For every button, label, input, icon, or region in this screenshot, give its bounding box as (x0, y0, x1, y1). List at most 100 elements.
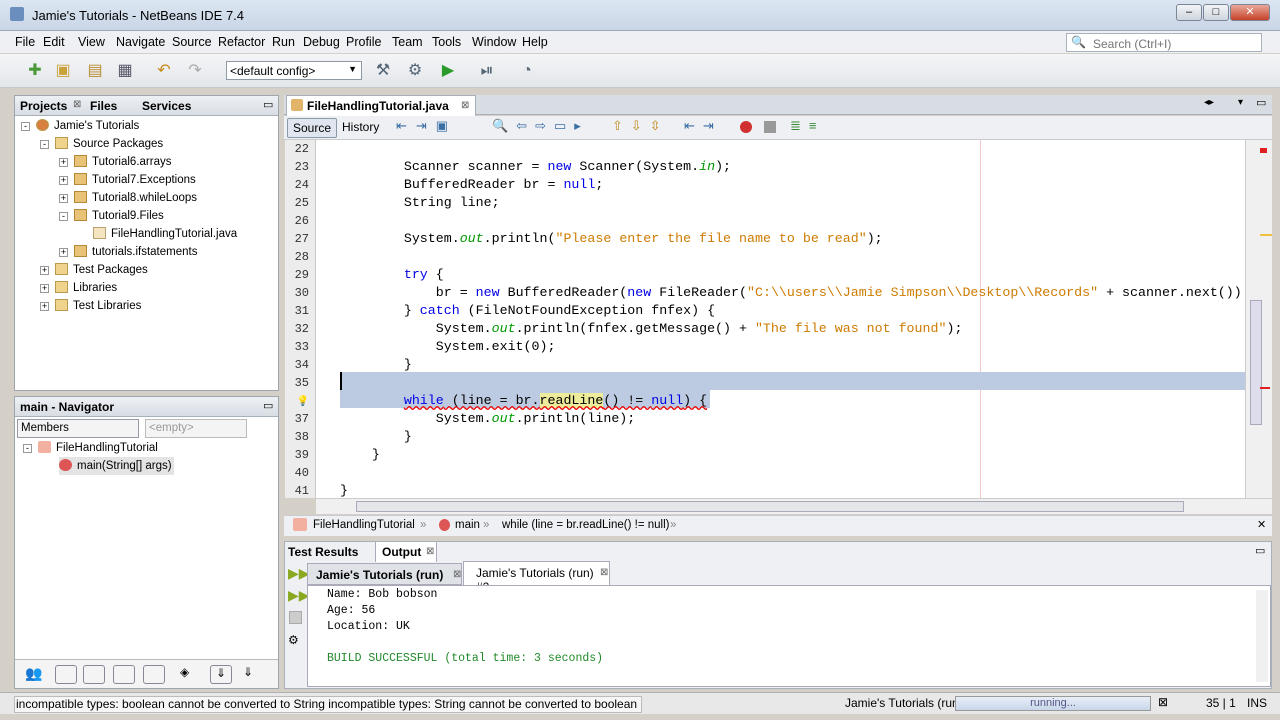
tree-item[interactable]: - Tutorial9.Files (15, 207, 278, 225)
minimize-panel-button[interactable]: ▭ (263, 98, 273, 111)
tree-item[interactable]: + tutorials.ifstatements (15, 243, 278, 261)
navigator-class[interactable]: - FileHandlingTutorial (23, 439, 158, 457)
vertical-scrollbar[interactable] (1245, 140, 1272, 498)
scrollbar-thumb[interactable] (1250, 300, 1262, 425)
menu-debug[interactable]: Debug (303, 35, 340, 49)
expand-icon[interactable]: + (59, 158, 68, 167)
menu-tools[interactable]: Tools (432, 35, 461, 49)
tree-item[interactable]: + Test Packages (15, 261, 278, 279)
scrollbar-thumb[interactable] (356, 501, 1184, 512)
tab-services[interactable]: Services (142, 99, 191, 113)
stop-icon[interactable] (289, 611, 302, 624)
maximize-editor-button[interactable]: ▭ (1256, 96, 1266, 109)
inherited-members-icon[interactable]: 👥 (25, 665, 42, 682)
expand-icon[interactable]: + (40, 266, 49, 275)
error-hint-icon[interactable]: 💡 (297, 397, 309, 408)
fields-filter-icon[interactable] (55, 665, 77, 684)
maximize-button[interactable]: □ (1203, 4, 1229, 21)
menu-help[interactable]: Help (522, 35, 548, 49)
expand-icon[interactable]: + (59, 248, 68, 257)
breadcrumb-statement[interactable]: while (line = br.readLine() != null) (502, 519, 669, 531)
fqn-icon[interactable]: ◈ (180, 665, 189, 679)
output-console[interactable] (307, 585, 1271, 687)
breadcrumb-class[interactable]: FileHandlingTutorial (313, 519, 415, 531)
menu-window[interactable]: Window (472, 35, 516, 49)
find-icons[interactable]: 🔍⇦⇨▭▸ (492, 118, 589, 134)
save-all-icon[interactable]: ▦ (114, 60, 136, 82)
open-project-icon[interactable]: ▤ (84, 60, 106, 82)
nonpublic-filter-icon[interactable] (143, 665, 165, 684)
navigator-title[interactable]: main - Navigator (20, 400, 114, 414)
close-icon[interactable]: ✕ (1257, 518, 1266, 531)
subtab-run-2[interactable]: Jamie's Tutorials (run) #2 ⊠ (463, 561, 610, 594)
expand-icon[interactable]: + (40, 302, 49, 311)
running-task[interactable]: Jamie's Tutorials (run) (845, 696, 963, 710)
tree-item[interactable]: FileHandlingTutorial.java (15, 225, 278, 243)
close-icon[interactable]: ⊠ (461, 100, 469, 111)
build-icon[interactable]: ⚒ (372, 60, 394, 82)
tree-item[interactable]: - Source Packages (15, 135, 278, 153)
new-file-icon[interactable]: ✚ (24, 60, 46, 82)
minimize-panel-button[interactable]: ▭ (1255, 544, 1265, 557)
horizontal-scrollbar[interactable] (316, 498, 1272, 514)
subtab-run[interactable]: Jamie's Tutorials (run) ⊠ (307, 563, 462, 585)
context-select[interactable]: <empty> (145, 419, 247, 438)
menu-source[interactable]: Source (172, 35, 212, 49)
sort-source-icon[interactable]: ⇓ (243, 665, 253, 679)
debug-icon[interactable]: ⏯ (476, 60, 498, 82)
editor-tab-filehandlingtutorial[interactable]: FileHandlingTutorial.java ⊠ (286, 95, 476, 116)
minimize-button[interactable]: – (1176, 4, 1202, 21)
navigator-method[interactable]: main(String[] args) (59, 457, 174, 475)
collapse-icon[interactable]: - (40, 140, 49, 149)
minimize-panel-button[interactable]: ▭ (263, 399, 273, 412)
close-button[interactable]: ✕ (1230, 4, 1270, 21)
navigation-icons[interactable]: ⇤⇥▣ (396, 118, 457, 134)
warning-stripe-line[interactable] (1260, 234, 1272, 236)
tab-projects[interactable]: Projects (20, 99, 67, 113)
tree-item[interactable]: - Jamie's Tutorials (15, 117, 278, 135)
stop-macro-icon[interactable] (764, 121, 776, 133)
source-tab[interactable]: Source (287, 118, 338, 138)
undo-icon[interactable]: ↶ (153, 60, 175, 82)
close-icon[interactable]: ⊠ (453, 569, 461, 580)
menu-edit[interactable]: Edit (43, 35, 65, 49)
menu-run[interactable]: Run (272, 35, 295, 49)
close-icon[interactable]: ⊠ (426, 546, 434, 557)
redo-icon[interactable]: ↷ (184, 60, 206, 82)
tab-test-results[interactable]: Test Results (288, 545, 358, 559)
run-icon[interactable]: ▶ (437, 60, 459, 82)
error-stripe-line[interactable] (1260, 387, 1270, 389)
expand-icon[interactable]: + (59, 194, 68, 203)
clean-build-icon[interactable]: ⚙ (404, 60, 426, 82)
tree-item[interactable]: + Libraries (15, 279, 278, 297)
members-select[interactable]: Members (17, 419, 139, 438)
close-icon[interactable]: ⊠ (73, 99, 81, 110)
output-scrollbar[interactable] (1256, 590, 1268, 682)
comment-icons[interactable]: ≣≡ (790, 118, 824, 134)
tree-item[interactable]: + Tutorial7.Exceptions (15, 171, 278, 189)
cancel-task-icon[interactable]: ⊠ (1158, 695, 1168, 709)
tree-item[interactable]: + Tutorial6.arrays (15, 153, 278, 171)
close-icon[interactable]: ⊠ (600, 567, 608, 578)
tab-output[interactable]: Output ⊠ (375, 542, 437, 562)
search-input[interactable] (1066, 33, 1262, 52)
record-macro-icon[interactable] (740, 121, 752, 133)
expand-icon[interactable]: + (59, 176, 68, 185)
menu-view[interactable]: View (78, 35, 105, 49)
sort-alpha-icon[interactable]: ⇓ (210, 665, 232, 684)
private-filter-icon[interactable] (113, 665, 135, 684)
show-opened-documents-icon[interactable]: ▾ (1238, 97, 1243, 108)
menu-file[interactable]: File (15, 35, 35, 49)
tree-item[interactable]: + Test Libraries (15, 297, 278, 315)
menu-team[interactable]: Team (392, 35, 423, 49)
history-tab[interactable]: History (342, 120, 379, 134)
breadcrumb-method[interactable]: main (455, 519, 480, 531)
config-select[interactable]: <default config> ▼ (226, 61, 362, 80)
menu-refactor[interactable]: Refactor (218, 35, 265, 49)
collapse-icon[interactable]: - (59, 212, 68, 221)
profile-icon[interactable]: ◔ (516, 60, 538, 82)
static-filter-icon[interactable] (83, 665, 105, 684)
tab-files[interactable]: Files (90, 99, 117, 113)
error-stripe-marker[interactable] (1260, 148, 1267, 153)
menu-navigate[interactable]: Navigate (116, 35, 165, 49)
